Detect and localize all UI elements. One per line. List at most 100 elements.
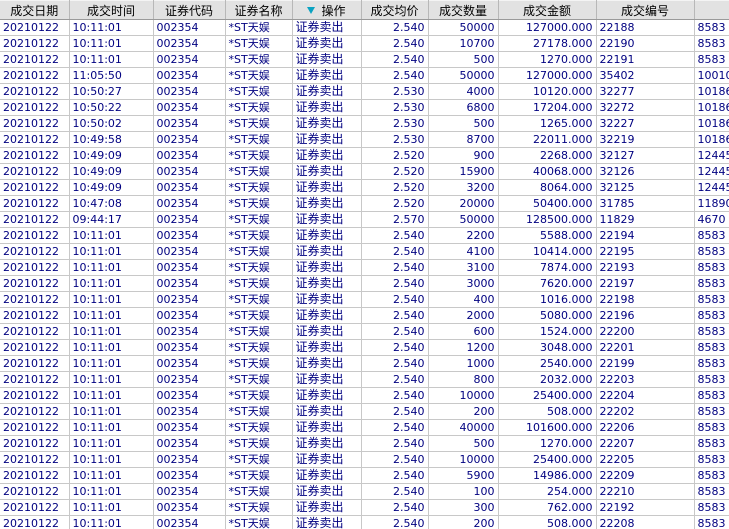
cell-name: *ST天娱 — [225, 387, 293, 404]
cell-extra: 10186 — [694, 99, 729, 116]
cell-time: 10:11:01 — [69, 339, 154, 356]
cell-deal-no: 22207 — [596, 435, 695, 452]
cell-price: 2.540 — [361, 371, 429, 388]
table-row[interactable]: 20210122 10:11:01 002354 *ST天娱 证券卖出 2.540 100 2… — [0, 483, 729, 500]
column-header-qty[interactable]: 成交数量 — [428, 0, 499, 20]
cell-name: *ST天娱 — [225, 323, 293, 340]
table-row[interactable]: 20210122 10:11:01 002354 *ST天娱 证券卖出 2.540 2200… — [0, 227, 729, 244]
cell-price: 2.540 — [361, 227, 429, 244]
column-header-deal-no[interactable]: 成交编号 — [596, 0, 695, 20]
table-row[interactable]: 20210122 10:11:01 002354 *ST天娱 证券卖出 2.540 1000… — [0, 355, 729, 372]
cell-op: 证券卖出 — [292, 243, 362, 260]
cell-time: 10:50:02 — [69, 115, 154, 132]
cell-name: *ST天娱 — [225, 35, 293, 52]
table-row[interactable]: 20210122 10:50:27 002354 *ST天娱 证券卖出 2.530 4000… — [0, 83, 729, 100]
cell-deal-no: 22204 — [596, 387, 695, 404]
cell-date: 20210122 — [0, 259, 70, 276]
cell-date: 20210122 — [0, 467, 70, 484]
column-header-op[interactable]: 操作 — [292, 0, 362, 20]
cell-time: 10:11:01 — [69, 291, 154, 308]
cell-op: 证券卖出 — [292, 83, 362, 100]
cell-price: 2.540 — [361, 35, 429, 52]
cell-amount: 17204.000 — [498, 99, 597, 116]
table-row[interactable]: 20210122 10:50:22 002354 *ST天娱 证券卖出 2.530 6800… — [0, 99, 729, 116]
cell-qty: 200 — [428, 403, 499, 420]
table-row[interactable]: 20210122 09:44:17 002354 *ST天娱 证券卖出 2.570 5000… — [0, 211, 729, 228]
cell-date: 20210122 — [0, 499, 70, 516]
cell-code: 002354 — [153, 195, 226, 212]
cell-date: 20210122 — [0, 451, 70, 468]
cell-name: *ST天娱 — [225, 227, 293, 244]
table-row[interactable]: 20210122 10:11:01 002354 *ST天娱 证券卖出 2.540 600 1… — [0, 323, 729, 340]
cell-deal-no: 32219 — [596, 131, 695, 148]
table-row[interactable]: 20210122 10:49:09 002354 *ST天娱 证券卖出 2.520 1590… — [0, 163, 729, 180]
cell-op: 证券卖出 — [292, 451, 362, 468]
cell-code: 002354 — [153, 83, 226, 100]
table-row[interactable]: 20210122 10:49:09 002354 *ST天娱 证券卖出 2.520 900 2… — [0, 147, 729, 164]
column-header-time[interactable]: 成交时间 — [69, 0, 154, 20]
table-row[interactable]: 20210122 10:11:01 002354 *ST天娱 证券卖出 2.540 1000… — [0, 387, 729, 404]
cell-time: 10:49:09 — [69, 147, 154, 164]
table-row[interactable]: 20210122 10:11:01 002354 *ST天娱 证券卖出 2.540 4000… — [0, 419, 729, 436]
cell-time: 10:50:22 — [69, 99, 154, 116]
table-row[interactable]: 20210122 10:11:01 002354 *ST天娱 证券卖出 2.540 1070… — [0, 35, 729, 52]
cell-name: *ST天娱 — [225, 307, 293, 324]
cell-qty: 2000 — [428, 307, 499, 324]
column-header-code[interactable]: 证券代码 — [153, 0, 226, 20]
cell-name: *ST天娱 — [225, 51, 293, 68]
cell-code: 002354 — [153, 403, 226, 420]
table-body: 20210122 10:11:01 002354 *ST天娱 证券卖出 2.540 5000… — [0, 19, 729, 529]
table-row[interactable]: 20210122 10:11:01 002354 *ST天娱 证券卖出 2.540 800 2… — [0, 371, 729, 388]
cell-code: 002354 — [153, 259, 226, 276]
column-header-date[interactable]: 成交日期 — [0, 0, 70, 20]
cell-deal-no: 22209 — [596, 467, 695, 484]
cell-name: *ST天娱 — [225, 275, 293, 292]
cell-amount: 8064.000 — [498, 179, 597, 196]
table-row[interactable]: 20210122 10:49:09 002354 *ST天娱 证券卖出 2.520 3200… — [0, 179, 729, 196]
cell-deal-no: 22192 — [596, 499, 695, 516]
cell-code: 002354 — [153, 291, 226, 308]
cell-name: *ST天娱 — [225, 403, 293, 420]
table-row[interactable]: 20210122 10:11:01 002354 *ST天娱 证券卖出 2.540 500 1… — [0, 51, 729, 68]
table-row[interactable]: 20210122 10:50:02 002354 *ST天娱 证券卖出 2.530 500 1… — [0, 115, 729, 132]
table-row[interactable]: 20210122 10:11:01 002354 *ST天娱 证券卖出 2.540 5000… — [0, 19, 729, 36]
table-row[interactable]: 20210122 10:11:01 002354 *ST天娱 证券卖出 2.540 2000… — [0, 307, 729, 324]
table-row[interactable]: 20210122 10:11:01 002354 *ST天娱 证券卖出 2.540 4100… — [0, 243, 729, 260]
table-row[interactable]: 20210122 10:11:01 002354 *ST天娱 证券卖出 2.540 1200… — [0, 339, 729, 356]
cell-name: *ST天娱 — [225, 211, 293, 228]
cell-code: 002354 — [153, 339, 226, 356]
cell-price: 2.540 — [361, 515, 429, 529]
cell-time: 10:49:09 — [69, 163, 154, 180]
cell-name: *ST天娱 — [225, 355, 293, 372]
table-row[interactable]: 20210122 10:11:01 002354 *ST天娱 证券卖出 2.540 1000… — [0, 451, 729, 468]
table-row[interactable]: 20210122 10:49:58 002354 *ST天娱 证券卖出 2.530 8700… — [0, 131, 729, 148]
cell-qty: 50000 — [428, 19, 499, 36]
cell-date: 20210122 — [0, 115, 70, 132]
cell-amount: 3048.000 — [498, 339, 597, 356]
column-header-extra[interactable] — [694, 0, 729, 20]
cell-deal-no: 22194 — [596, 227, 695, 244]
cell-code: 002354 — [153, 227, 226, 244]
table-row[interactable]: 20210122 10:11:01 002354 *ST天娱 证券卖出 2.540 300 7… — [0, 499, 729, 516]
cell-price: 2.540 — [361, 339, 429, 356]
cell-date: 20210122 — [0, 67, 70, 84]
table-row[interactable]: 20210122 10:11:01 002354 *ST天娱 证券卖出 2.540 400 1… — [0, 291, 729, 308]
cell-op: 证券卖出 — [292, 291, 362, 308]
column-header-name[interactable]: 证券名称 — [225, 0, 293, 20]
cell-op: 证券卖出 — [292, 419, 362, 436]
table-row[interactable]: 20210122 10:11:01 002354 *ST天娱 证券卖出 2.540 3000… — [0, 275, 729, 292]
cell-name: *ST天娱 — [225, 99, 293, 116]
table-row[interactable]: 20210122 10:11:01 002354 *ST天娱 证券卖出 2.540 200 5… — [0, 403, 729, 420]
table-row[interactable]: 20210122 10:11:01 002354 *ST天娱 证券卖出 2.540 5900… — [0, 467, 729, 484]
cell-amount: 128500.000 — [498, 211, 597, 228]
cell-op: 证券卖出 — [292, 259, 362, 276]
table-row[interactable]: 20210122 10:11:01 002354 *ST天娱 证券卖出 2.540 200 5… — [0, 515, 729, 529]
cell-extra: 8583 — [694, 451, 729, 468]
column-header-price[interactable]: 成交均价 — [361, 0, 429, 20]
table-row[interactable]: 20210122 10:47:08 002354 *ST天娱 证券卖出 2.520 2000… — [0, 195, 729, 212]
table-row[interactable]: 20210122 11:05:50 002354 *ST天娱 证券卖出 2.540 5000… — [0, 67, 729, 84]
table-row[interactable]: 20210122 10:11:01 002354 *ST天娱 证券卖出 2.540 500 1… — [0, 435, 729, 452]
table-row[interactable]: 20210122 10:11:01 002354 *ST天娱 证券卖出 2.540 3100… — [0, 259, 729, 276]
cell-amount: 508.000 — [498, 403, 597, 420]
column-header-amount[interactable]: 成交金额 — [498, 0, 597, 20]
